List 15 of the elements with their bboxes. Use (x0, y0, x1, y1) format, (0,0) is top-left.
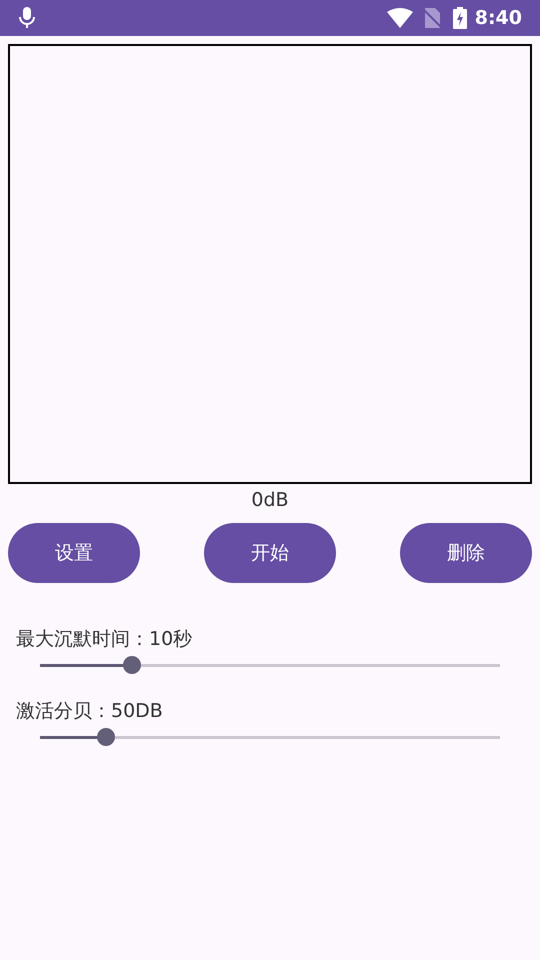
slider-thumb[interactable] (123, 656, 141, 674)
battery-icon (452, 7, 467, 29)
action-button[interactable]: 设置 (8, 523, 140, 583)
status-time: 8:40 (474, 6, 522, 31)
wifi-icon (386, 8, 413, 28)
no-sim-icon (422, 8, 441, 28)
decibel-reading: 0dB (251, 488, 289, 512)
action-button[interactable]: 删除 (400, 523, 532, 583)
slider[interactable] (40, 655, 500, 675)
slider-label: 最大沉默时间：10秒 (16, 627, 194, 651)
slider-thumb[interactable] (96, 728, 115, 746)
microphone-icon (18, 7, 36, 29)
action-button[interactable]: 开始 (204, 523, 336, 583)
slider[interactable] (40, 727, 500, 747)
slider-label: 激活分贝：50DB (16, 699, 164, 723)
